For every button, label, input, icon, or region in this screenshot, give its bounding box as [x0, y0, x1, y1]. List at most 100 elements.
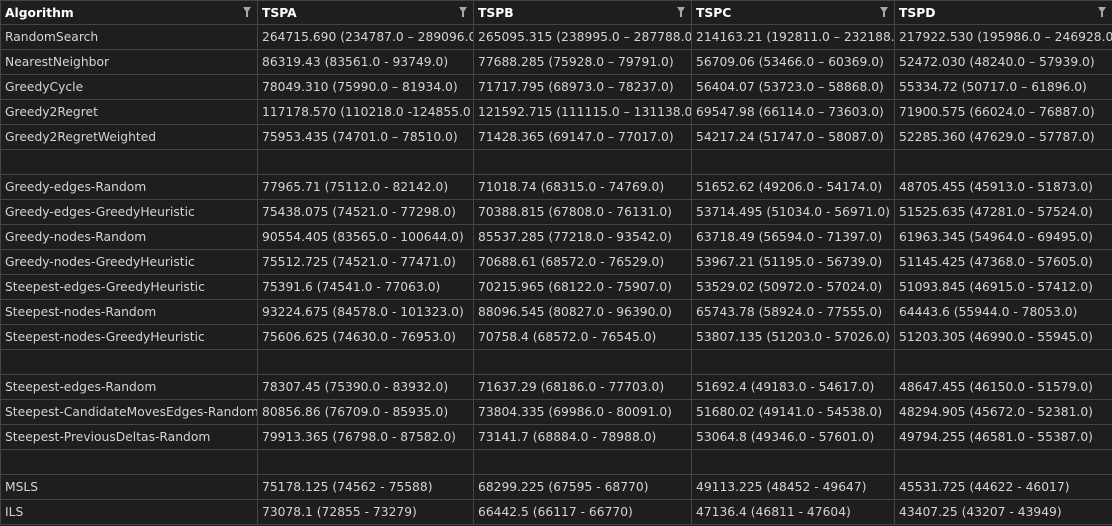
- cell-tspc[interactable]: [691, 449, 895, 475]
- cell-tspa[interactable]: 75512.725 (74521.0 - 77471.0): [257, 249, 474, 275]
- cell-algorithm[interactable]: [0, 449, 258, 475]
- cell-tspa[interactable]: 86319.43 (83561.0 - 93749.0): [257, 49, 474, 75]
- cell-tspb[interactable]: 85537.285 (77218.0 - 93542.0): [473, 224, 692, 250]
- cell-tspa[interactable]: [257, 449, 474, 475]
- filter-icon[interactable]: [459, 7, 467, 17]
- cell-algorithm[interactable]: Steepest-CandidateMovesEdges-Random: [0, 399, 258, 425]
- cell-tspd[interactable]: 217922.530 (195986.0 – 246928.0): [894, 24, 1112, 50]
- cell-tspb[interactable]: 265095.315 (238995.0 – 287788.0): [473, 24, 692, 50]
- cell-tspb[interactable]: [473, 149, 692, 175]
- cell-algorithm[interactable]: MSLS: [0, 474, 258, 500]
- cell-tspd[interactable]: 61963.345 (54964.0 - 69495.0): [894, 224, 1112, 250]
- cell-algorithm[interactable]: Steepest-nodes-Random: [0, 299, 258, 325]
- cell-tspa[interactable]: 73078.1 (72855 - 73279): [257, 499, 474, 525]
- cell-tspd[interactable]: 52285.360 (47629.0 – 57787.0): [894, 124, 1112, 150]
- cell-tspa[interactable]: 78049.310 (75990.0 – 81934.0): [257, 74, 474, 100]
- cell-tspb[interactable]: 88096.545 (80827.0 - 96390.0): [473, 299, 692, 325]
- cell-tspc[interactable]: 51692.4 (49183.0 - 54617.0): [691, 374, 895, 400]
- cell-algorithm[interactable]: Greedy2RegretWeighted: [0, 124, 258, 150]
- cell-algorithm[interactable]: NearestNeighbor: [0, 49, 258, 75]
- cell-tspd[interactable]: [894, 349, 1112, 375]
- cell-tspa[interactable]: 117178.570 (110218.0 -124855.0 ): [257, 99, 474, 125]
- cell-tspa[interactable]: 79913.365 (76798.0 - 87582.0): [257, 424, 474, 450]
- header-tspa[interactable]: TSPA: [257, 0, 474, 25]
- header-tspc[interactable]: TSPC: [691, 0, 895, 25]
- filter-icon[interactable]: [1098, 7, 1106, 17]
- cell-tspc[interactable]: [691, 149, 895, 175]
- cell-tspa[interactable]: 90554.405 (83565.0 - 100644.0): [257, 224, 474, 250]
- cell-tspa[interactable]: 77965.71 (75112.0 - 82142.0): [257, 174, 474, 200]
- cell-tspb[interactable]: 121592.715 (111115.0 – 131138.0): [473, 99, 692, 125]
- cell-tspd[interactable]: 51203.305 (46990.0 - 55945.0): [894, 324, 1112, 350]
- cell-tspb[interactable]: 70215.965 (68122.0 - 75907.0): [473, 274, 692, 300]
- cell-tspd[interactable]: 45531.725 (44622 - 46017): [894, 474, 1112, 500]
- cell-algorithm[interactable]: RandomSearch: [0, 24, 258, 50]
- cell-algorithm[interactable]: Greedy-edges-Random: [0, 174, 258, 200]
- cell-tspc[interactable]: 214163.21 (192811.0 – 232188.0): [691, 24, 895, 50]
- cell-tspa[interactable]: [257, 149, 474, 175]
- cell-tspb[interactable]: 71717.795 (68973.0 – 78237.0): [473, 74, 692, 100]
- cell-algorithm[interactable]: GreedyCycle: [0, 74, 258, 100]
- cell-tspc[interactable]: 49113.225 (48452 - 49647): [691, 474, 895, 500]
- header-tspb[interactable]: TSPB: [473, 0, 692, 25]
- cell-tspc[interactable]: 65743.78 (58924.0 - 77555.0): [691, 299, 895, 325]
- cell-tspa[interactable]: 80856.86 (76709.0 - 85935.0): [257, 399, 474, 425]
- cell-tspc[interactable]: 53714.495 (51034.0 - 56971.0): [691, 199, 895, 225]
- cell-tspb[interactable]: 68299.225 (67595 - 68770): [473, 474, 692, 500]
- cell-algorithm[interactable]: Greedy-edges-GreedyHeuristic: [0, 199, 258, 225]
- cell-tspc[interactable]: 53064.8 (49346.0 - 57601.0): [691, 424, 895, 450]
- cell-tspa[interactable]: 75438.075 (74521.0 - 77298.0): [257, 199, 474, 225]
- cell-tspd[interactable]: 49794.255 (46581.0 - 55387.0): [894, 424, 1112, 450]
- cell-tspc[interactable]: 63718.49 (56594.0 - 71397.0): [691, 224, 895, 250]
- cell-tspc[interactable]: [691, 349, 895, 375]
- cell-tspb[interactable]: 66442.5 (66117 - 66770): [473, 499, 692, 525]
- cell-tspb[interactable]: [473, 449, 692, 475]
- cell-tspb[interactable]: 73141.7 (68884.0 - 78988.0): [473, 424, 692, 450]
- cell-algorithm[interactable]: Greedy2Regret: [0, 99, 258, 125]
- cell-tspb[interactable]: 70758.4 (68572.0 - 76545.0): [473, 324, 692, 350]
- cell-tspd[interactable]: 48647.455 (46150.0 - 51579.0): [894, 374, 1112, 400]
- cell-tspc[interactable]: 56404.07 (53723.0 – 58868.0): [691, 74, 895, 100]
- cell-algorithm[interactable]: Steepest-nodes-GreedyHeuristic: [0, 324, 258, 350]
- cell-algorithm[interactable]: ILS: [0, 499, 258, 525]
- cell-algorithm[interactable]: Steepest-edges-Random: [0, 374, 258, 400]
- cell-tspd[interactable]: 51525.635 (47281.0 - 57524.0): [894, 199, 1112, 225]
- cell-tspc[interactable]: 56709.06 (53466.0 – 60369.0): [691, 49, 895, 75]
- cell-algorithm[interactable]: [0, 349, 258, 375]
- cell-tspa[interactable]: 75391.6 (74541.0 - 77063.0): [257, 274, 474, 300]
- cell-algorithm[interactable]: Greedy-nodes-Random: [0, 224, 258, 250]
- cell-tspa[interactable]: 75606.625 (74630.0 - 76953.0): [257, 324, 474, 350]
- cell-tspd[interactable]: 52472.030 (48240.0 – 57939.0): [894, 49, 1112, 75]
- cell-tspb[interactable]: 71018.74 (68315.0 - 74769.0): [473, 174, 692, 200]
- cell-tspb[interactable]: [473, 349, 692, 375]
- cell-tspa[interactable]: 264715.690 (234787.0 – 289096.0): [257, 24, 474, 50]
- filter-icon[interactable]: [880, 7, 888, 17]
- filter-icon[interactable]: [677, 7, 685, 17]
- cell-tspb[interactable]: 70388.815 (67808.0 - 76131.0): [473, 199, 692, 225]
- cell-tspd[interactable]: [894, 449, 1112, 475]
- cell-algorithm[interactable]: Greedy-nodes-GreedyHeuristic: [0, 249, 258, 275]
- cell-tspa[interactable]: 75953.435 (74701.0 – 78510.0): [257, 124, 474, 150]
- filter-icon[interactable]: [243, 7, 251, 17]
- cell-tspd[interactable]: 43407.25 (43207 - 43949): [894, 499, 1112, 525]
- cell-tspd[interactable]: 48705.455 (45913.0 - 51873.0): [894, 174, 1112, 200]
- cell-tspd[interactable]: 55334.72 (50717.0 – 61896.0): [894, 74, 1112, 100]
- cell-tspd[interactable]: 48294.905 (45672.0 - 52381.0): [894, 399, 1112, 425]
- cell-tspc[interactable]: 51680.02 (49141.0 - 54538.0): [691, 399, 895, 425]
- cell-tspc[interactable]: 69547.98 (66114.0 – 73603.0): [691, 99, 895, 125]
- cell-tspb[interactable]: 71637.29 (68186.0 - 77703.0): [473, 374, 692, 400]
- cell-tspa[interactable]: 75178.125 (74562 - 75588): [257, 474, 474, 500]
- cell-tspd[interactable]: 51145.425 (47368.0 - 57605.0): [894, 249, 1112, 275]
- cell-tspa[interactable]: [257, 349, 474, 375]
- cell-tspd[interactable]: 51093.845 (46915.0 - 57412.0): [894, 274, 1112, 300]
- cell-tspd[interactable]: [894, 149, 1112, 175]
- cell-tspb[interactable]: 71428.365 (69147.0 – 77017.0): [473, 124, 692, 150]
- cell-tspc[interactable]: 53807.135 (51203.0 - 57026.0): [691, 324, 895, 350]
- cell-tspc[interactable]: 53529.02 (50972.0 - 57024.0): [691, 274, 895, 300]
- cell-tspa[interactable]: 93224.675 (84578.0 - 101323.0): [257, 299, 474, 325]
- cell-tspb[interactable]: 77688.285 (75928.0 – 79791.0): [473, 49, 692, 75]
- header-tspd[interactable]: TSPD: [894, 0, 1112, 25]
- cell-tspd[interactable]: 71900.575 (66024.0 – 76887.0): [894, 99, 1112, 125]
- cell-tspc[interactable]: 47136.4 (46811 - 47604): [691, 499, 895, 525]
- cell-algorithm[interactable]: [0, 149, 258, 175]
